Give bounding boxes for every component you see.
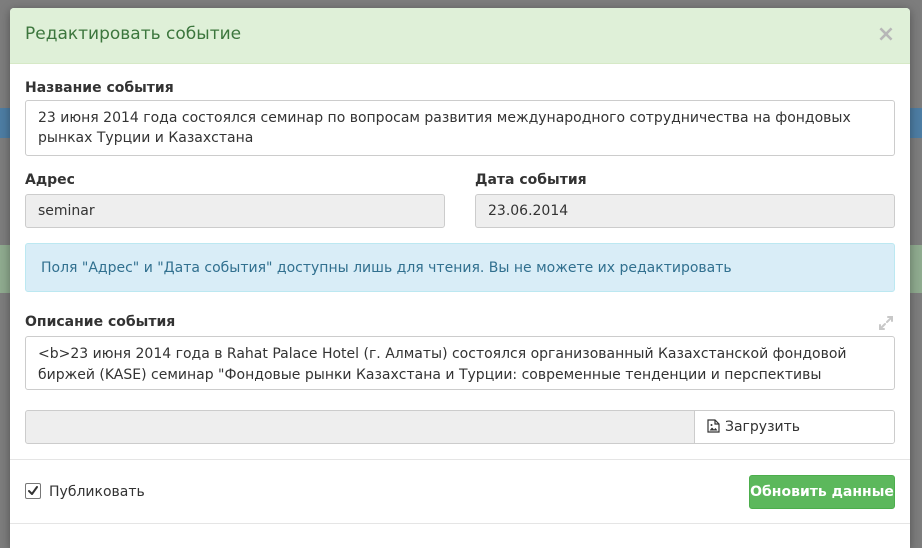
backdrop-page-strip <box>910 245 922 293</box>
event-name-label: Название события <box>25 80 174 96</box>
upload-images-label: Загрузить изображения <box>725 419 801 435</box>
readonly-info-alert: Поля "Адрес" и "Дата события" доступны л… <box>25 243 895 292</box>
event-date-label: Дата события <box>475 172 587 188</box>
upload-images-button[interactable]: Загрузить изображения <box>694 411 894 443</box>
modal-title: Редактировать событие <box>25 24 242 44</box>
image-upload-group: Загрузить изображения <box>25 410 895 444</box>
update-data-button[interactable]: Обновить данные <box>749 475 895 509</box>
address-label: Адрес <box>25 172 75 188</box>
publish-label: Публиковать <box>49 484 145 500</box>
edit-event-modal: Редактировать событие × Название события… <box>10 8 910 548</box>
close-icon[interactable]: × <box>876 24 896 46</box>
event-name-input[interactable]: 23 июня 2014 года состоялся семинар по в… <box>25 100 895 156</box>
checkmark-icon <box>28 486 38 495</box>
description-editor[interactable]: <b>23 июня 2014 года в Rahat Palace Hote… <box>25 336 895 390</box>
publish-toggle[interactable]: Публиковать <box>25 483 145 500</box>
description-label: Описание события <box>25 314 176 330</box>
modal-header: Редактировать событие × <box>10 8 910 64</box>
image-icon <box>707 413 720 443</box>
backdrop-page-strip <box>0 245 10 293</box>
backdrop-page-strip <box>0 108 10 138</box>
address-input[interactable]: seminar <box>25 194 445 228</box>
backdrop-page-strip <box>910 108 922 138</box>
expand-icon[interactable] <box>877 314 895 332</box>
footer-divider <box>10 523 910 524</box>
event-date-input[interactable]: 23.06.2014 <box>475 194 895 228</box>
publish-checkbox[interactable] <box>25 483 41 499</box>
